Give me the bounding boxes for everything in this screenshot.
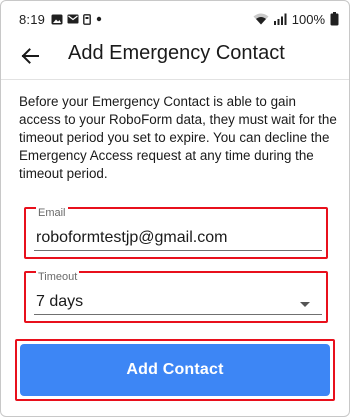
battery-percent: 100%	[291, 11, 325, 27]
timeout-dropdown[interactable]: Timeout 7 days	[24, 271, 328, 323]
sim-icon	[83, 13, 92, 25]
wifi-icon	[253, 13, 269, 25]
email-underline	[34, 250, 322, 251]
photo-icon	[51, 14, 63, 24]
add-contact-button[interactable]: Add Contact	[20, 344, 330, 396]
dot-icon	[96, 16, 102, 22]
add-contact-highlight: Add Contact	[15, 339, 335, 401]
email-field-value: roboformtestjp@gmail.com	[36, 229, 228, 246]
system-icons: 100%	[253, 12, 339, 27]
app-bar: Add Emergency Contact	[1, 37, 349, 75]
page-title: Add Emergency Contact	[68, 42, 285, 64]
email-field-label: Email	[36, 207, 68, 219]
timeout-underline	[34, 314, 322, 315]
email-field[interactable]: Email roboformtestjp@gmail.com	[24, 207, 328, 259]
notification-icons	[51, 13, 103, 25]
battery-icon	[330, 12, 339, 26]
signal-icon	[273, 13, 287, 25]
status-time: 8:19	[19, 11, 46, 27]
header-divider	[1, 79, 349, 80]
timeout-field-value: 7 days	[36, 293, 84, 310]
mail-icon	[67, 14, 79, 24]
back-button[interactable]	[17, 43, 43, 69]
dropdown-arrow-icon	[300, 302, 310, 307]
arrow-left-icon	[21, 48, 39, 64]
status-bar: 8:19 100%	[1, 1, 349, 37]
screen: 8:19 100% Add Emergency Contact Before y…	[0, 0, 350, 417]
timeout-field-label: Timeout	[36, 271, 80, 283]
add-contact-label: Add Contact	[126, 361, 224, 378]
description-text: Before your Emergency Contact is able to…	[19, 94, 337, 181]
